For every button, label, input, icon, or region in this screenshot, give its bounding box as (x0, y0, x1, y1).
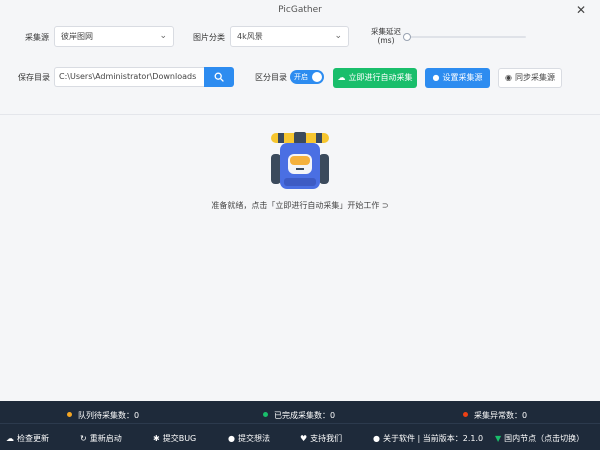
restart-link[interactable]: ↻ 重新启动 (80, 433, 122, 444)
node-switch-label: 国内节点（点击切换） (504, 434, 585, 443)
filter-row: 采集源 彼岸图网 ⌄ 图片分类 4k风景 ⌄ 采集延迟 (ms) (0, 26, 600, 48)
set-source-label: 设置采集源 (442, 73, 483, 82)
download-icon: ▼ (495, 434, 502, 443)
set-source-button[interactable]: ● 设置采集源 (425, 68, 490, 88)
divider (0, 114, 600, 115)
support-label: 支持我们 (310, 434, 343, 443)
completed-stat: 已完成采集数：0 (263, 410, 335, 421)
footer-links-row: ☁ 检查更新 ↻ 重新启动 ✱ 提交BUG ● 提交想法 ♥ 支持我们 ● 关于软件 | 当… (0, 431, 600, 445)
status-dot-icon (463, 412, 468, 417)
window-title: PicGather (278, 5, 322, 15)
bug-icon: ✱ (153, 434, 160, 443)
source-select-value: 彼岸图网 (61, 32, 93, 41)
category-select[interactable]: 4k风景 ⌄ (230, 26, 349, 47)
bulb-icon: ● (228, 434, 235, 443)
category-label: 图片分类 (193, 33, 225, 42)
search-icon (214, 72, 224, 82)
chevron-down-icon: ⌄ (334, 31, 342, 41)
restart-label: 重新启动 (89, 434, 122, 443)
gear-icon: ● (432, 73, 440, 82)
save-path-input[interactable]: C:\Users\Administrator\Downloads (54, 67, 204, 87)
stats-row: 队列待采集数：0 已完成采集数：0 采集异常数：0 (0, 407, 600, 421)
backpack-illustration (271, 132, 329, 189)
footer-divider (0, 423, 600, 424)
save-dir-label: 保存目录 (18, 73, 50, 82)
delay-label-main: 采集延迟 (371, 27, 401, 36)
status-message: 准备就绪，点击「立即进行自动采集」开始工作 ⊃ (211, 201, 389, 210)
submit-bug-label: 提交BUG (162, 434, 197, 443)
submit-idea-link[interactable]: ● 提交想法 (228, 433, 270, 444)
heart-icon: ♥ (300, 434, 308, 443)
node-switch-link[interactable]: ▼ 国内节点（点击切换） (495, 433, 584, 444)
toggle-label: 开启 (294, 73, 308, 81)
delay-label: 采集延迟 (ms) (371, 27, 401, 45)
check-update-label: 检查更新 (17, 434, 49, 443)
separate-dir-label: 区分目录 (255, 73, 287, 82)
toggle-knob (312, 72, 322, 82)
about-label: 关于软件 | 当前版本：2.1.0 (382, 434, 484, 443)
separate-dir-toggle[interactable]: 开启 (290, 70, 324, 84)
status-dot-icon (67, 412, 72, 417)
sync-source-label: 同步采集源 (514, 73, 555, 82)
support-link[interactable]: ♥ 支持我们 (300, 433, 342, 444)
submit-idea-label: 提交想法 (237, 434, 270, 443)
sync-source-button[interactable]: ◉ 同步采集源 (498, 68, 562, 88)
cloud-icon: ☁ (6, 434, 14, 443)
delay-slider-track[interactable] (405, 36, 526, 38)
restart-icon: ↻ (80, 434, 87, 443)
source-label: 采集源 (25, 33, 49, 42)
check-update-link[interactable]: ☁ 检查更新 (6, 433, 49, 444)
cloud-upload-icon: ☁ (337, 73, 346, 82)
browse-button[interactable] (204, 67, 234, 87)
error-stat-label: 采集异常数：0 (474, 411, 528, 420)
footer-bar: 队列待采集数：0 已完成采集数：0 采集异常数：0 ☁ 检查更新 ↻ 重新启动 ✱ 提… (0, 401, 600, 450)
sync-icon: ◉ (505, 73, 512, 82)
info-icon: ● (373, 434, 380, 443)
source-select[interactable]: 彼岸图网 ⌄ (54, 26, 174, 47)
status-dot-icon (263, 412, 268, 417)
start-collect-label: 立即进行自动采集 (348, 73, 413, 82)
chevron-down-icon: ⌄ (159, 31, 167, 41)
about-link[interactable]: ● 关于软件 | 当前版本：2.1.0 (373, 433, 483, 444)
submit-bug-link[interactable]: ✱ 提交BUG (153, 433, 196, 444)
queue-stat: 队列待采集数：0 (67, 410, 139, 421)
completed-stat-label: 已完成采集数：0 (274, 411, 336, 420)
close-icon[interactable]: ✕ (576, 3, 586, 17)
category-select-value: 4k风景 (237, 32, 263, 41)
save-row: 保存目录 C:\Users\Administrator\Downloads 区分… (0, 67, 600, 89)
title-bar: PicGather ✕ (0, 0, 600, 20)
delay-slider-knob[interactable] (403, 33, 411, 41)
start-collect-button[interactable]: ☁ 立即进行自动采集 (333, 68, 417, 88)
delay-label-unit: (ms) (377, 36, 395, 45)
queue-stat-label: 队列待采集数：0 (78, 411, 140, 420)
error-stat: 采集异常数：0 (463, 410, 527, 421)
